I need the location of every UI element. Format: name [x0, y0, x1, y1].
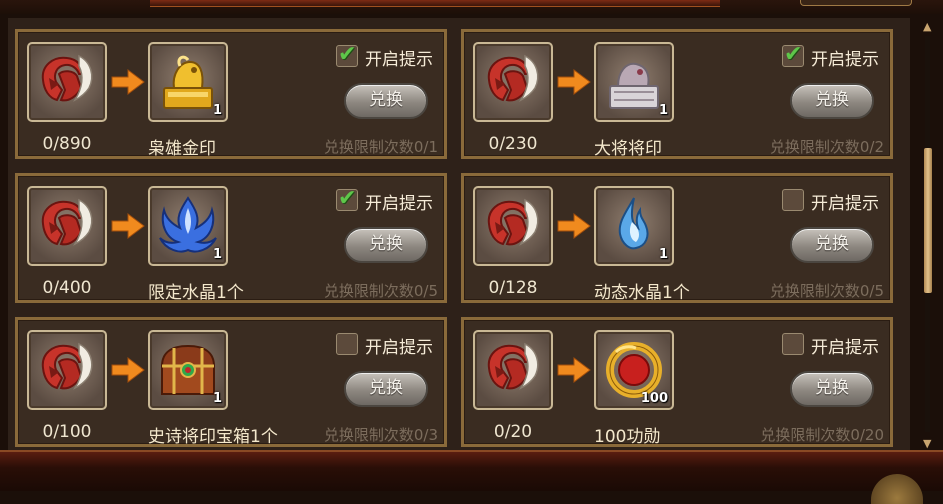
arrow-right-icon: [557, 213, 591, 239]
reward-item-slot[interactable]: 1: [148, 330, 228, 410]
exchange-limit-text: 兑换限制次数0/5: [769, 282, 884, 300]
red-helmet-token-icon: [41, 198, 93, 246]
arrow-right-icon: [557, 357, 591, 383]
token-count: 0/128: [488, 278, 538, 298]
exchange-limit-text: 兑换限制次数0/1: [323, 138, 438, 156]
corner-ornament-icon: [871, 474, 923, 504]
source-item-slot[interactable]: [473, 186, 553, 266]
red-helmet-token-icon: [487, 54, 539, 102]
reminder-checkbox[interactable]: [782, 333, 804, 355]
reward-quantity: 1: [212, 103, 222, 118]
reward-item-slot[interactable]: 1: [148, 42, 228, 122]
checkmark-icon: ✔: [784, 42, 803, 67]
source-item-slot[interactable]: [27, 330, 107, 410]
reward-quantity: 1: [212, 247, 222, 262]
reward-name: 史诗将印宝箱1个: [148, 427, 278, 447]
exchange-button[interactable]: 兑换: [790, 371, 874, 407]
exchange-limit-text: 兑换限制次数0/2: [769, 138, 884, 156]
reminder-label[interactable]: 开启提示: [811, 45, 879, 70]
scroll-down-arrow-icon[interactable]: ▼: [923, 437, 931, 450]
reminder-label[interactable]: 开启提示: [365, 333, 433, 358]
red-helmet-token-icon: [41, 342, 93, 390]
exchange-limit-text: 兑换限制次数0/20: [760, 426, 884, 444]
reward-item-slot[interactable]: 1: [148, 186, 228, 266]
top-frame: [0, 0, 943, 14]
arrow-right-icon: [111, 69, 145, 95]
exchange-button[interactable]: 兑换: [344, 83, 428, 119]
red-helmet-token-icon: [487, 198, 539, 246]
source-item-slot[interactable]: [27, 186, 107, 266]
reminder-checkbox[interactable]: [336, 333, 358, 355]
exchange-card-2: 1 0/230 大将将印 ✔ 开启提示 兑换 兑换限制次数0/2: [461, 29, 893, 159]
checkmark-icon: ✔: [338, 42, 357, 67]
exchange-card-1: 1 0/890 枭雄金印 ✔ 开启提示 兑换 兑换限制次数0/1: [15, 29, 447, 159]
exchange-limit-text: 兑换限制次数0/3: [323, 426, 438, 444]
reminder-checkbox[interactable]: [782, 189, 804, 211]
arrow-right-icon: [557, 69, 591, 95]
exchange-card-5: 1 0/100 史诗将印宝箱1个 开启提示 兑换 兑换限制次数0/3: [15, 317, 447, 447]
reminder-label[interactable]: 开启提示: [365, 45, 433, 70]
top-tab-edge: [800, 0, 912, 6]
source-item-slot[interactable]: [27, 42, 107, 122]
source-item-slot[interactable]: [473, 330, 553, 410]
exchange-limit-text: 兑换限制次数0/5: [323, 282, 438, 300]
reminder-checkbox[interactable]: ✔: [782, 42, 804, 67]
reminder-checkbox[interactable]: ✔: [336, 42, 358, 67]
reward-item-slot[interactable]: 1: [594, 186, 674, 266]
scroll-up-arrow-icon[interactable]: ▲: [923, 20, 931, 33]
reward-quantity: 1: [658, 103, 668, 118]
scroll-thumb[interactable]: [924, 148, 932, 293]
arrow-right-icon: [111, 213, 145, 239]
reward-quantity: 1: [658, 247, 668, 262]
reward-name: 大将将印: [594, 139, 662, 159]
token-count: 0/100: [42, 422, 92, 442]
exchange-card-6: 100 0/20 100功勋 开启提示 兑换 兑换限制次数0/20: [461, 317, 893, 447]
token-count: 0/20: [493, 422, 533, 442]
scrollbar[interactable]: ▲ ▼: [921, 20, 935, 450]
exchange-button[interactable]: 兑换: [790, 83, 874, 119]
reminder-label[interactable]: 开启提示: [811, 189, 879, 214]
exchange-button[interactable]: 兑换: [344, 227, 428, 263]
reward-item-slot[interactable]: 100: [594, 330, 674, 410]
exchange-button[interactable]: 兑换: [344, 371, 428, 407]
bottom-frame: [0, 450, 943, 504]
reward-name: 限定水晶1个: [148, 283, 244, 303]
checkmark-icon: ✔: [338, 186, 357, 211]
token-count: 0/400: [42, 278, 92, 298]
exchange-button[interactable]: 兑换: [790, 227, 874, 263]
reward-quantity: 100: [640, 391, 668, 406]
source-item-slot[interactable]: [473, 42, 553, 122]
token-count: 0/890: [42, 134, 92, 154]
reward-name: 100功勋: [594, 427, 661, 447]
reward-name: 动态水晶1个: [594, 283, 690, 303]
arrow-right-icon: [111, 357, 145, 383]
reminder-label[interactable]: 开启提示: [365, 189, 433, 214]
exchange-card-4: 1 0/128 动态水晶1个 开启提示 兑换 兑换限制次数0/5: [461, 173, 893, 303]
red-helmet-token-icon: [487, 342, 539, 390]
token-count: 0/230: [488, 134, 538, 154]
red-helmet-token-icon: [41, 54, 93, 102]
exchange-card-3: 1 0/400 限定水晶1个 ✔ 开启提示 兑换 兑换限制次数0/5: [15, 173, 447, 303]
reward-item-slot[interactable]: 1: [594, 42, 674, 122]
title-bar-edge: [150, 0, 720, 7]
reminder-checkbox[interactable]: ✔: [336, 186, 358, 211]
reminder-label[interactable]: 开启提示: [811, 333, 879, 358]
reward-name: 枭雄金印: [148, 139, 216, 159]
reward-quantity: 1: [212, 391, 222, 406]
exchange-list: 1 0/890 枭雄金印 ✔ 开启提示 兑换 兑换限制次数0/1 1 0/230…: [8, 18, 910, 450]
